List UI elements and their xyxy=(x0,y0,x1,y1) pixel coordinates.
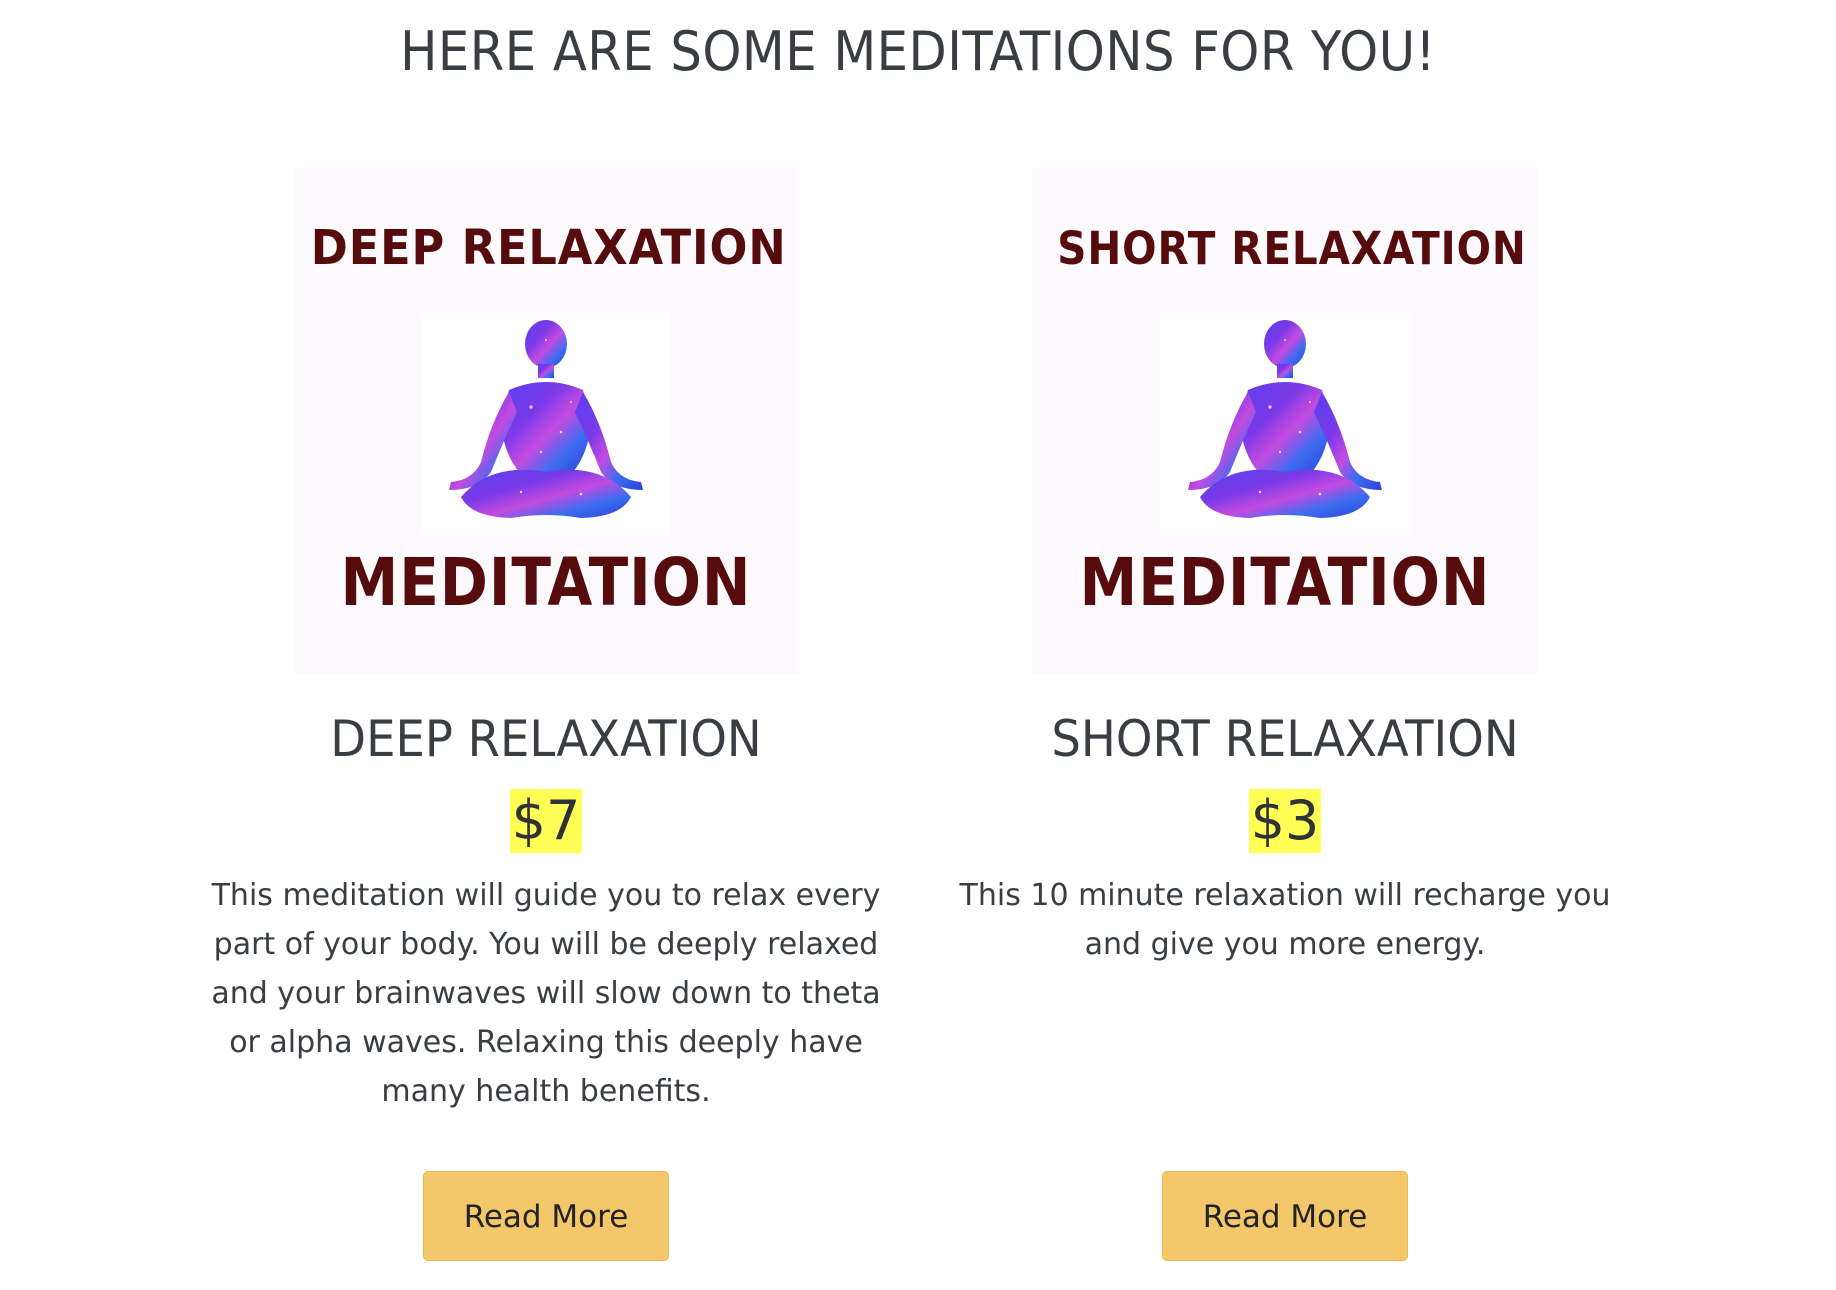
card-description: This meditation will guide you to relax … xyxy=(211,878,881,1109)
meditation-image: DEEP RELAXATION MEDITATION xyxy=(293,168,799,674)
meditating-figure-icon xyxy=(1160,312,1410,536)
read-more-button[interactable]: Read More xyxy=(1162,1171,1408,1261)
image-title-bottom: MEDITATION xyxy=(1079,544,1491,621)
card-title: SHORT RELAXATION xyxy=(1051,710,1519,768)
price-badge: $3 xyxy=(1248,789,1322,853)
image-title-bottom: MEDITATION xyxy=(340,544,752,621)
price-badge: $7 xyxy=(509,789,583,853)
meditation-card: DEEP RELAXATION MEDITATION DEEP RELAXATI… xyxy=(201,168,891,1261)
card-description: This 10 minute relaxation will recharge … xyxy=(959,878,1611,962)
page-title: HERE ARE SOME MEDITATIONS FOR YOU! xyxy=(400,20,1436,83)
meditation-image: SHORT RELAXATION MEDITATION xyxy=(1032,168,1538,674)
meditation-card: SHORT RELAXATION MEDITATION SHORT RELAXA… xyxy=(940,168,1630,1261)
image-title-top: DEEP RELAXATION xyxy=(310,220,787,276)
read-more-button[interactable]: Read More xyxy=(423,1171,669,1261)
meditating-figure-icon xyxy=(421,312,671,536)
image-title-top: SHORT RELAXATION xyxy=(1057,222,1527,275)
card-title: DEEP RELAXATION xyxy=(330,710,762,768)
